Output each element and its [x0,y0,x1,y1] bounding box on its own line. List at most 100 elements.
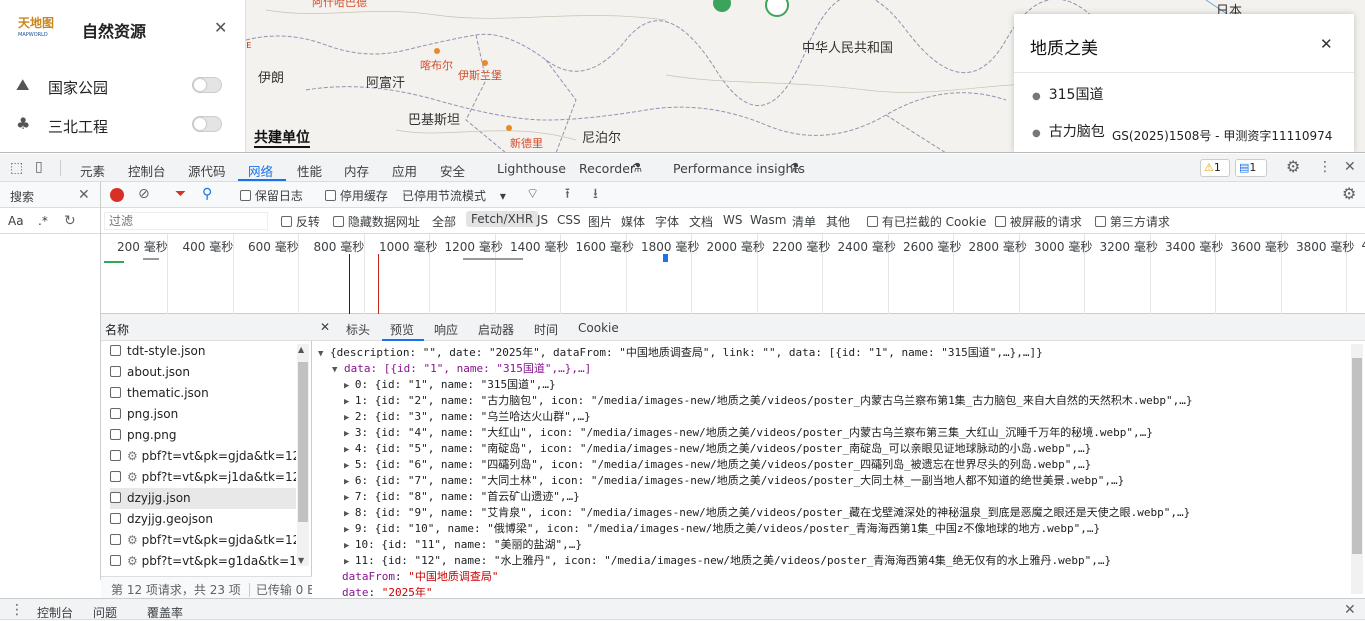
tab-network[interactable]: 网络 [248,161,273,180]
tab-cookies[interactable]: Cookie [578,321,619,335]
blocked-requests-checkbox[interactable]: 被屏蔽的请求 [995,213,1082,230]
preview-array-item[interactable]: ▶ 11: {id: "12", name: "水上雅丹", icon: "/m… [344,553,1111,570]
checkbox[interactable] [240,190,251,201]
type-filter-manifest[interactable]: 清单 [792,213,816,230]
network-conditions-icon[interactable]: ⌔ [526,187,539,201]
name-column-header[interactable]: 名称 [101,314,312,341]
sidebar-item-national-park[interactable]: ⛰ 国家公园 [16,74,230,98]
export-har-icon[interactable]: ⭳ [593,187,598,201]
request-checkbox[interactable] [110,471,121,482]
request-row[interactable]: png.json [110,404,296,425]
tab-headers[interactable]: 标头 [346,321,370,338]
checkbox[interactable] [867,216,878,227]
clear-icon[interactable]: ⊘ [138,187,150,201]
checkbox[interactable] [333,216,344,227]
search-icon[interactable]: ⚲ [202,187,212,201]
preview-array-item[interactable]: ▶ 9: {id: "10", name: "俄博梁", icon: "/med… [344,521,1100,538]
request-checkbox[interactable] [110,345,121,356]
type-filter-wasm[interactable]: Wasm [750,213,786,227]
type-filter-js[interactable]: JS [537,213,548,227]
type-filter-fetch[interactable]: Fetch/XHR [466,211,538,227]
type-filter-other[interactable]: 其他 [826,213,850,230]
tab-memory[interactable]: 内存 [344,161,369,180]
preview-array-item[interactable]: ▶ 4: {id: "5", name: "南碇岛", icon: "/medi… [344,441,1091,458]
close-icon[interactable]: ✕ [1344,160,1356,174]
checkbox[interactable] [325,190,336,201]
type-filter-css[interactable]: CSS [557,213,581,227]
type-filter-doc[interactable]: 文档 [689,213,713,230]
preview-array-item[interactable]: ▶ 7: {id: "8", name: "首云矿山遗迹",…} [344,489,580,506]
request-checkbox[interactable] [110,366,121,377]
request-row[interactable]: about.json [110,362,296,383]
disable-cache-checkbox[interactable]: 停用缓存 [325,187,388,204]
refresh-icon[interactable]: ↻ [64,214,76,228]
drawer-tab-coverage[interactable]: 覆盖率 [147,604,183,621]
panel-list-item[interactable]: ●315国道 [1032,84,1103,104]
tab-initiator[interactable]: 启动器 [478,321,514,338]
record-button[interactable] [110,188,124,202]
tab-response[interactable]: 响应 [434,321,458,338]
expand-triangle-icon[interactable]: ▶ [344,509,355,519]
scrollbar-thumb[interactable] [1352,358,1362,554]
type-filter-media[interactable]: 媒体 [621,213,645,230]
panel-list-item[interactable]: ●古力脑包 [1032,121,1105,141]
expand-triangle-icon[interactable]: ▶ [344,557,355,567]
preview-array-item[interactable]: ▶ 10: {id: "11", name: "美丽的盐湖",…} [344,537,582,554]
tab-sources[interactable]: 源代码 [188,161,226,180]
gear-icon[interactable]: ⚙ [1286,160,1300,174]
preview-array-item[interactable]: ▶ 1: {id: "2", name: "古力脑包", icon: "/med… [344,393,1193,410]
drawer-tab-issues[interactable]: 问题 [93,604,117,621]
request-row[interactable]: png.png [110,425,296,446]
filter-input[interactable] [104,212,268,230]
expand-triangle-icon[interactable]: ▶ [344,525,355,535]
type-filter-ws[interactable]: WS [723,213,742,227]
third-party-checkbox[interactable]: 第三方请求 [1095,213,1170,230]
blocked-cookies-checkbox[interactable]: 有已拦截的 Cookie [867,213,986,230]
regex-toggle[interactable]: .* [38,214,48,228]
preview-array-item[interactable]: ▶ 8: {id: "9", name: "艾肯泉", icon: "/medi… [344,505,1190,522]
expand-triangle-icon[interactable]: ▶ [344,461,355,471]
request-row[interactable]: dzyjjg.geojson [110,509,296,530]
expand-triangle-icon[interactable]: ▶ [344,445,355,455]
close-icon[interactable]: ✕ [320,320,330,334]
more-vertical-icon[interactable]: ⋮ [1318,160,1332,174]
tab-application[interactable]: 应用 [392,161,417,180]
request-checkbox[interactable] [110,492,121,503]
scroll-up-icon[interactable]: ▲ [298,345,304,354]
sanbei-toggle[interactable] [192,116,222,132]
message-badge[interactable]: ▤1 [1235,159,1267,177]
tab-elements[interactable]: 元素 [80,161,105,180]
request-row[interactable]: ⚙ pbf?t=vt&pk=gjda&tk=1248 [110,530,296,551]
tab-lighthouse[interactable]: Lighthouse [497,161,566,176]
tab-performance[interactable]: 性能 [297,161,322,180]
tab-performance-insights[interactable]: Performance insights [673,161,805,176]
network-settings-icon[interactable]: ⚙ [1342,187,1356,201]
checkbox[interactable] [1095,216,1106,227]
type-filter-img[interactable]: 图片 [588,213,612,230]
scrollbar-thumb[interactable] [298,362,308,522]
preserve-log-checkbox[interactable]: 保留日志 [240,187,303,204]
preview-array-item[interactable]: ▶ 6: {id: "7", name: "大同土林", icon: "/med… [344,473,1124,490]
close-icon[interactable]: ✕ [214,18,227,37]
more-vertical-icon[interactable]: ⋮ [10,603,24,617]
scroll-down-icon[interactable]: ▼ [298,556,304,565]
request-checkbox[interactable] [110,534,121,545]
close-icon[interactable]: ✕ [1344,603,1356,617]
expand-triangle-icon[interactable]: ▶ [344,413,355,423]
warning-badge[interactable]: ⚠1 [1200,159,1230,177]
request-row[interactable]: ⚙ pbf?t=vt&pk=gjda&tk=1248 [110,446,296,467]
tab-console[interactable]: 控制台 [128,161,166,180]
expand-triangle-icon[interactable]: ▶ [344,477,355,487]
cobuilder-label[interactable]: 共建单位 [254,130,310,148]
tab-timing[interactable]: 时间 [534,321,558,338]
checkbox[interactable] [995,216,1006,227]
tab-security[interactable]: 安全 [440,161,465,180]
request-row[interactable]: ⚙ pbf?t=vt&pk=g1da&tk=1248 [110,551,296,572]
request-row[interactable]: ⚙ pbf?t=vt&pk=j1da&tk=1248 [110,467,296,488]
national-park-toggle[interactable] [192,77,222,93]
request-checkbox[interactable] [110,387,121,398]
match-case-toggle[interactable]: Aa [8,214,24,228]
preview-array-item[interactable]: ▶ 5: {id: "6", name: "四礵列岛", icon: "/med… [344,457,1091,474]
request-checkbox[interactable] [110,555,121,566]
checkbox[interactable] [281,216,292,227]
